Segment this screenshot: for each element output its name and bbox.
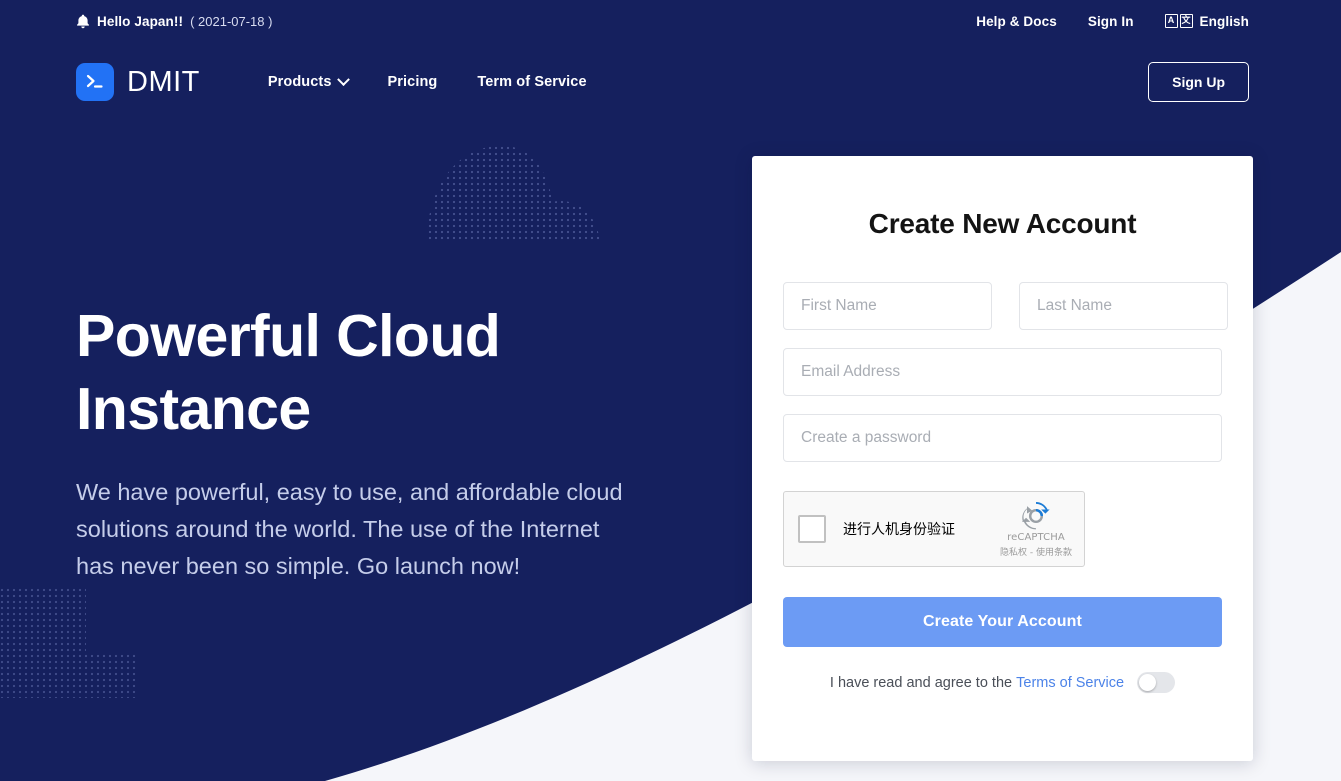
recaptcha-terms-text[interactable]: 隐私权 - 使用条款 (997, 545, 1075, 558)
password-input[interactable] (783, 414, 1222, 462)
terms-agreement-text: I have read and agree to the Terms of Se… (830, 675, 1124, 691)
last-name-input[interactable] (1019, 282, 1228, 330)
toggle-knob (1139, 674, 1156, 691)
create-account-button[interactable]: Create Your Account (783, 597, 1222, 647)
nav-item-products-label: Products (268, 74, 332, 90)
name-fields-row (783, 282, 1222, 330)
recaptcha-logo-icon (1021, 501, 1051, 531)
help-and-docs-link[interactable]: Help & Docs (976, 14, 1057, 29)
nav-links: Products Pricing Term of Service (248, 66, 607, 98)
translate-icon: A 文 (1165, 14, 1193, 28)
announcement-title: Hello Japan!! (97, 14, 183, 29)
card-title: Create New Account (783, 208, 1222, 240)
recaptcha-label: 进行人机身份验证 (843, 519, 955, 539)
hero-title-line-1: Powerful Cloud (76, 303, 500, 369)
create-account-card: Create New Account 进行人机身份验证 reCAPTCHA 隐私… (752, 156, 1253, 761)
nav-item-products[interactable]: Products (248, 66, 368, 98)
hero-title-line-2: Instance (76, 376, 311, 442)
language-label: English (1200, 14, 1249, 29)
brand-name: DMIT (127, 66, 200, 99)
bell-icon (76, 14, 90, 29)
top-bar-right-group: Help & Docs Sign In A 文 English (976, 14, 1249, 29)
sign-in-link[interactable]: Sign In (1088, 14, 1134, 29)
first-name-input[interactable] (783, 282, 992, 330)
brand-logo-link[interactable]: DMIT (76, 63, 200, 101)
email-input[interactable] (783, 348, 1222, 396)
nav-item-term-of-service-label: Term of Service (477, 74, 586, 90)
translate-icon-cjk-glyph: 文 (1180, 14, 1193, 28)
main-navigation-bar: DMIT Products Pricing Term of Service Si… (0, 52, 1341, 112)
hero-section: Powerful Cloud Instance We have powerful… (76, 300, 636, 585)
terms-agreement-row: I have read and agree to the Terms of Se… (783, 672, 1222, 693)
announcement-date: ( 2021-07-18 ) (190, 14, 272, 29)
dotted-cloud-decoration (422, 140, 606, 242)
terms-of-service-link[interactable]: Terms of Service (1016, 675, 1124, 691)
recaptcha-checkbox[interactable] (798, 515, 826, 543)
terms-agreement-label: I have read and agree to the (830, 675, 1012, 691)
recaptcha-brand-name: reCAPTCHA (997, 532, 1075, 543)
terms-agreement-toggle[interactable] (1137, 672, 1175, 693)
nav-item-term-of-service[interactable]: Term of Service (457, 66, 606, 98)
language-selector[interactable]: A 文 English (1165, 14, 1249, 29)
recaptcha-branding: reCAPTCHA 隐私权 - 使用条款 (997, 501, 1075, 558)
nav-item-pricing-label: Pricing (388, 74, 438, 90)
recaptcha-widget[interactable]: 进行人机身份验证 reCAPTCHA 隐私权 - 使用条款 (783, 491, 1085, 567)
nav-item-pricing[interactable]: Pricing (368, 66, 458, 98)
hero-title: Powerful Cloud Instance (76, 300, 636, 446)
announcement-banner[interactable]: Hello Japan!! ( 2021-07-18 ) (76, 14, 272, 29)
sign-up-button[interactable]: Sign Up (1148, 62, 1249, 102)
translate-icon-latin-glyph: A (1165, 14, 1178, 28)
chevron-down-icon (337, 73, 350, 86)
top-utility-bar: Hello Japan!! ( 2021-07-18 ) Help & Docs… (0, 0, 1341, 42)
hero-subtitle: We have powerful, easy to use, and affor… (76, 474, 636, 585)
terminal-prompt-icon (76, 63, 114, 101)
dotted-block-decoration (0, 588, 138, 698)
